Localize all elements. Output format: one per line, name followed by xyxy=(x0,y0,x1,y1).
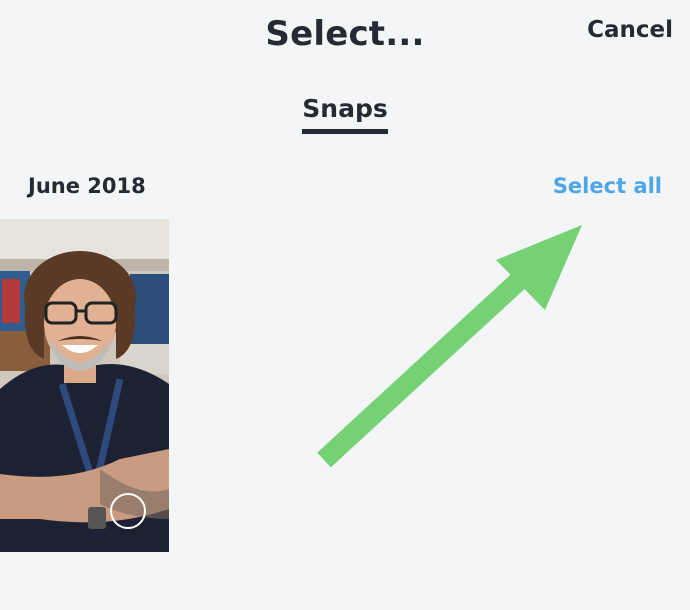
selection-circle-icon[interactable] xyxy=(110,493,146,529)
cancel-button[interactable]: Cancel xyxy=(587,17,673,43)
tab-bar: Snaps xyxy=(0,94,690,134)
select-all-button[interactable]: Select all xyxy=(553,174,662,198)
arrow-pointer-icon xyxy=(317,225,582,468)
snap-thumbnail[interactable] xyxy=(0,219,169,552)
section-date-heading: June 2018 xyxy=(28,174,146,198)
tab-snaps[interactable]: Snaps xyxy=(302,94,388,134)
